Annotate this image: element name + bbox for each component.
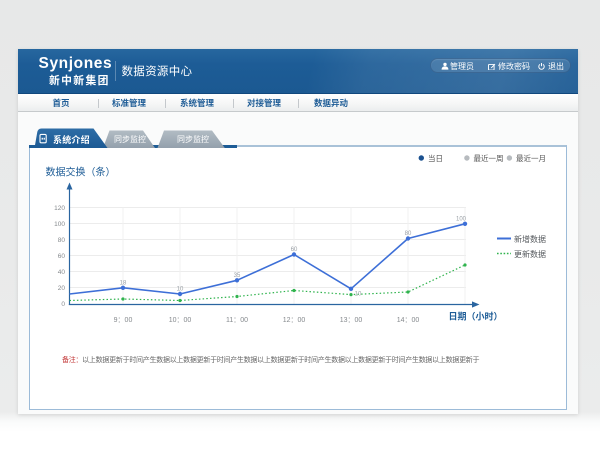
svg-text:80: 80 xyxy=(58,237,66,244)
svg-text:9：00: 9：00 xyxy=(114,317,133,324)
svg-text:35: 35 xyxy=(234,273,241,279)
svg-text:60: 60 xyxy=(58,253,66,260)
svg-text:14：00: 14：00 xyxy=(397,317,420,324)
svg-text:新增数据: 新增数据 xyxy=(514,234,546,245)
svg-text:10：00: 10：00 xyxy=(169,317,192,324)
svg-text:10: 10 xyxy=(355,291,362,297)
svg-text:80: 80 xyxy=(405,231,412,237)
svg-text:0: 0 xyxy=(61,301,65,308)
svg-text:18: 18 xyxy=(120,280,127,286)
svg-text:10: 10 xyxy=(177,287,184,293)
svg-text:20: 20 xyxy=(58,285,66,292)
svg-text:最近一月: 最近一月 xyxy=(516,153,546,164)
svg-text:60: 60 xyxy=(291,247,298,253)
svg-text:日期（小时）: 日期（小时） xyxy=(449,310,503,323)
svg-text:数据交换（条）: 数据交换（条） xyxy=(46,164,116,179)
svg-text:100: 100 xyxy=(456,216,467,222)
svg-text:更新数据: 更新数据 xyxy=(514,249,546,260)
svg-text:100: 100 xyxy=(54,221,65,228)
svg-text:12：00: 12：00 xyxy=(283,317,306,324)
svg-text:40: 40 xyxy=(58,269,66,276)
svg-text:最近一周: 最近一周 xyxy=(474,153,504,164)
svg-text:13：00: 13：00 xyxy=(340,317,363,324)
svg-text:当日: 当日 xyxy=(428,153,443,164)
svg-text:11：00: 11：00 xyxy=(226,317,248,324)
svg-text:120: 120 xyxy=(54,205,65,212)
